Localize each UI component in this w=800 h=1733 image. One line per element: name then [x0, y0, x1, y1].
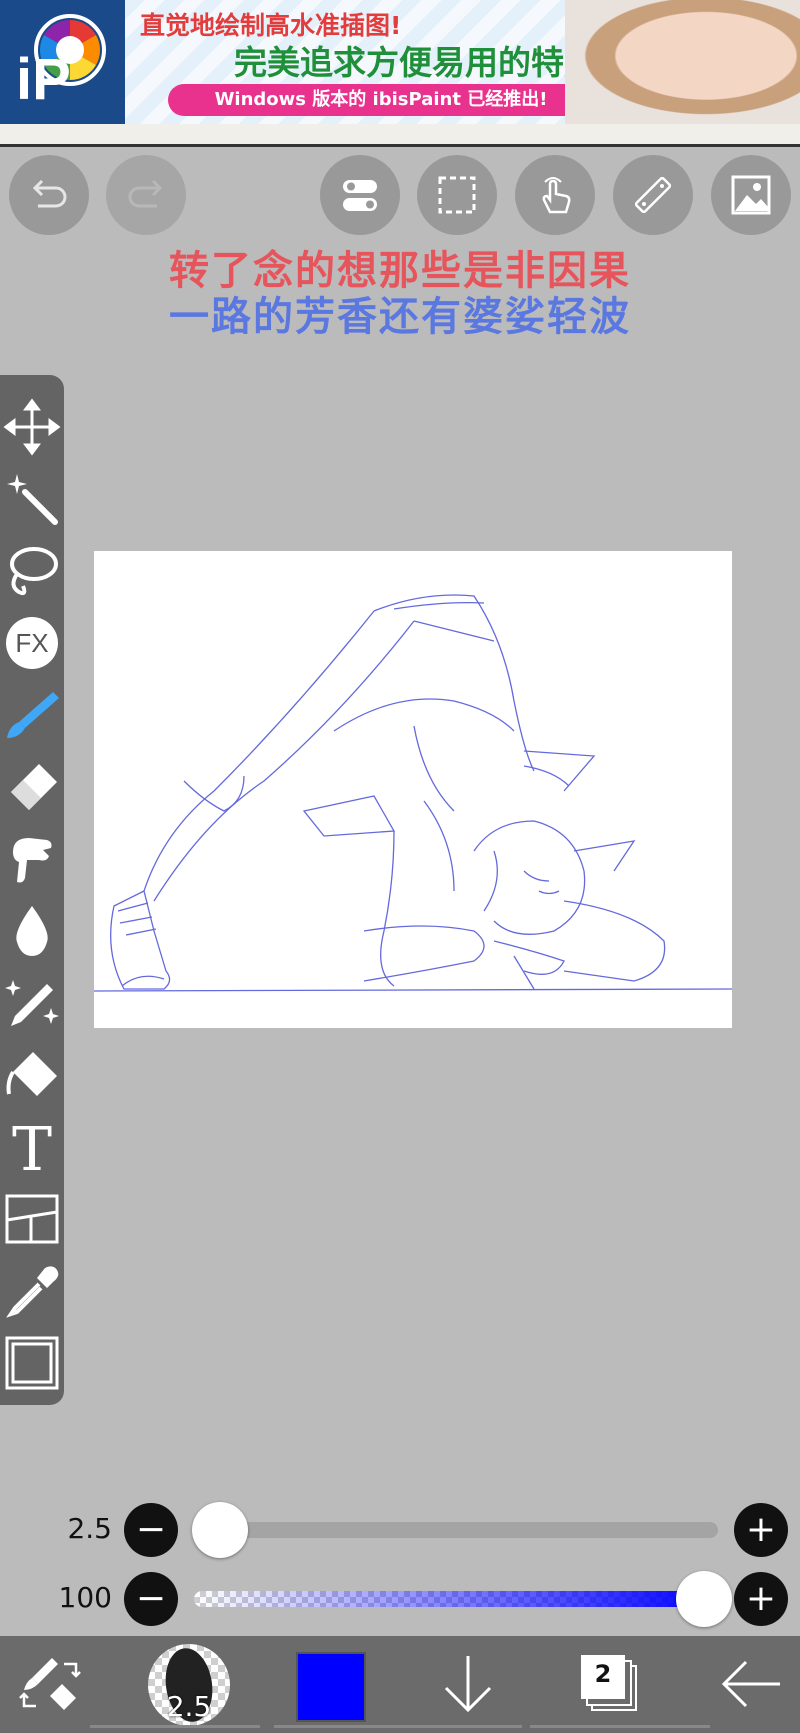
tool-fill[interactable]	[0, 1043, 64, 1107]
redo-button[interactable]	[106, 155, 186, 235]
tool-lasso[interactable]	[0, 539, 64, 603]
layer-count: 2	[594, 1660, 612, 1688]
redo-arrow-icon	[128, 179, 163, 208]
layers-button[interactable]: 2	[578, 1652, 640, 1716]
eraser-icon	[11, 764, 57, 810]
bottom-indicator-line	[274, 1725, 522, 1728]
fx-label: FX	[15, 628, 48, 658]
layer-down-button[interactable]	[438, 1648, 498, 1718]
text-tool-label: T	[12, 1118, 52, 1176]
drawing-canvas[interactable]	[93, 551, 733, 1028]
brush-preview-size: 2.5	[166, 1690, 212, 1723]
lasso-icon	[10, 547, 58, 596]
undo-button[interactable]	[9, 155, 89, 235]
bottom-toolbar	[0, 1636, 800, 1733]
water-drop-icon	[16, 906, 48, 956]
brush-size-increase-button[interactable]: +	[734, 1503, 788, 1557]
ad-subheadline: 完美追求方便易用的特点!	[234, 43, 613, 82]
tool-special-pen[interactable]	[0, 971, 64, 1035]
gesture-button[interactable]	[515, 155, 595, 235]
paint-bucket-icon	[6, 1052, 57, 1096]
fx-filter-icon: FX	[6, 617, 58, 669]
brush-preview-button[interactable]: 2.5	[148, 1644, 230, 1726]
tool-eraser[interactable]	[0, 755, 64, 819]
brush-size-decrease-button[interactable]: −	[124, 1503, 178, 1557]
ad-banner[interactable]: iP 直觉地绘制高水准插图! 完美追求方便易用的特点! Windows 版本的 …	[0, 0, 800, 124]
tool-move-transform[interactable]	[0, 395, 64, 459]
text-icon: T	[12, 1118, 52, 1176]
back-button[interactable]	[716, 1650, 786, 1718]
brush-size-value: 2.5	[67, 1512, 112, 1545]
current-color-swatch[interactable]	[296, 1652, 366, 1722]
plus-icon: +	[745, 1509, 777, 1550]
tool-blur[interactable]	[0, 899, 64, 963]
opacity-slider-handle[interactable]	[676, 1571, 732, 1627]
move-arrows-icon	[3, 398, 61, 456]
brush-icon	[7, 692, 59, 738]
magic-wand-icon	[7, 474, 58, 525]
left-tool-panel: FX T	[0, 375, 64, 1405]
arrow-down-icon	[444, 1656, 492, 1713]
toggle-icon	[343, 180, 377, 211]
toggle-button[interactable]	[320, 155, 400, 235]
tool-filter[interactable]: FX	[0, 611, 64, 675]
tool-brush[interactable]	[0, 683, 64, 747]
touch-gesture-icon	[542, 177, 571, 214]
opacity-increase-button[interactable]: +	[734, 1572, 788, 1626]
swap-tools-button[interactable]	[18, 1650, 82, 1714]
undo-arrow-icon	[32, 179, 67, 208]
sparkle-pen-icon	[5, 980, 59, 1026]
arrow-left-icon	[721, 1660, 780, 1708]
bottom-indicator-line	[90, 1725, 260, 1728]
lyric-line-2: 一路的芳香还有婆娑轻波	[169, 293, 631, 340]
tool-smudge[interactable]	[0, 827, 64, 891]
sketch-artwork	[93, 594, 733, 992]
selection-icon	[438, 176, 476, 214]
minus-icon: −	[135, 1509, 167, 1550]
brush-size-slider-handle[interactable]	[192, 1502, 248, 1558]
frame-divider-icon	[5, 1194, 59, 1244]
brush-size-slider-track[interactable]	[194, 1522, 718, 1538]
ruler-button[interactable]	[613, 155, 693, 235]
bottom-indicator-line	[530, 1725, 710, 1728]
swap-brush-eraser-icon	[19, 1658, 81, 1710]
opacity-decrease-button[interactable]: −	[124, 1572, 178, 1626]
reference-image-button[interactable]	[711, 155, 791, 235]
eyedropper-icon	[6, 1266, 59, 1318]
selection-button[interactable]	[417, 155, 497, 235]
smudge-finger-icon	[13, 838, 52, 883]
opacity-value: 100	[58, 1581, 112, 1614]
plus-icon: +	[745, 1578, 777, 1619]
image-icon	[731, 175, 771, 215]
minus-icon: −	[135, 1578, 167, 1619]
opacity-slider-track[interactable]	[194, 1591, 718, 1607]
tool-canvas[interactable]	[0, 1331, 64, 1395]
tool-magic-wand[interactable]	[0, 467, 64, 531]
tool-eyedropper[interactable]	[0, 1259, 64, 1323]
ruler-icon	[634, 176, 672, 214]
ibispaint-logo: iP	[0, 0, 125, 124]
ad-character-illustration	[565, 0, 800, 124]
canvas-frame-icon	[5, 1336, 59, 1390]
ad-call-to-action[interactable]: Windows 版本的 ibisPaint 已经推出!	[168, 84, 594, 116]
logo-text: iP	[16, 47, 71, 112]
tool-text[interactable]: T	[0, 1115, 64, 1179]
tool-frame-divider[interactable]	[0, 1187, 64, 1251]
banner-separator	[0, 124, 800, 147]
